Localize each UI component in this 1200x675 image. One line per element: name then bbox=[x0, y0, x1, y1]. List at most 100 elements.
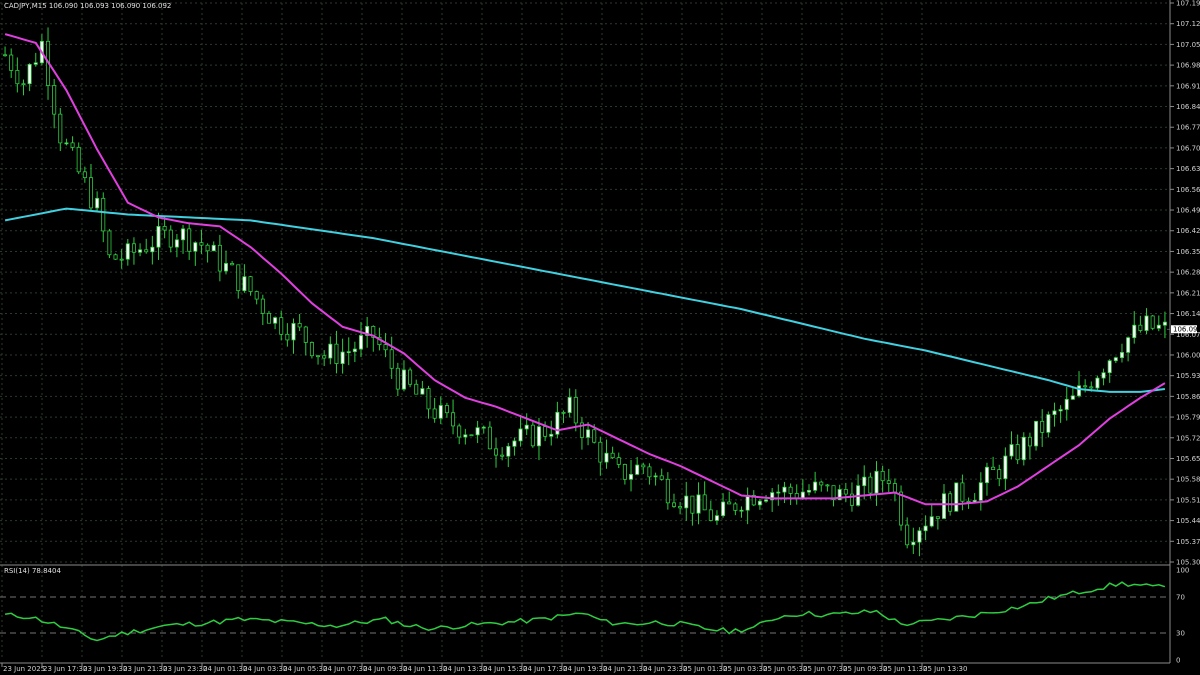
candle-body bbox=[1126, 337, 1131, 353]
candle-body bbox=[960, 482, 965, 502]
price-tick-label: 105.445 bbox=[1176, 517, 1200, 525]
candle-body bbox=[181, 228, 186, 241]
candle-body bbox=[1162, 321, 1167, 326]
candle-body bbox=[291, 323, 296, 341]
rsi-tick-label: 70 bbox=[1176, 594, 1185, 602]
time-tick-label: 24 Jun 01:30 bbox=[203, 665, 247, 673]
candle-body bbox=[125, 243, 130, 260]
price-tick-label: 105.935 bbox=[1176, 372, 1200, 380]
candle bbox=[1009, 431, 1014, 460]
price-tick-label: 106.985 bbox=[1176, 62, 1200, 70]
candle-body bbox=[800, 491, 805, 499]
candle-body bbox=[217, 244, 222, 272]
candle-body bbox=[426, 388, 431, 410]
candle-body bbox=[260, 298, 265, 314]
candle bbox=[1107, 359, 1112, 383]
candle bbox=[297, 314, 302, 331]
candle bbox=[1021, 432, 1026, 466]
candle-body bbox=[757, 500, 762, 506]
candle bbox=[334, 330, 339, 374]
price-tick-label: 106.845 bbox=[1176, 103, 1200, 111]
candle-body bbox=[199, 242, 204, 246]
symbol-label: CADJPY,M15 bbox=[4, 2, 47, 10]
candle bbox=[745, 487, 750, 525]
candle bbox=[211, 241, 216, 252]
candle bbox=[555, 401, 560, 439]
time-tick-label: 23 Jun 2025 bbox=[3, 665, 45, 673]
candle-body bbox=[340, 351, 345, 364]
candle-body bbox=[764, 499, 769, 502]
candle-body bbox=[561, 411, 566, 414]
candle-body bbox=[1119, 352, 1124, 359]
candle bbox=[33, 52, 38, 67]
candle bbox=[242, 264, 247, 293]
candle-body bbox=[70, 142, 75, 148]
candle-body bbox=[825, 484, 830, 487]
candle bbox=[665, 472, 670, 510]
rsi-axis: 100 70 30 0 bbox=[1176, 567, 1189, 665]
candle-body bbox=[401, 369, 406, 390]
candle-body bbox=[21, 83, 26, 86]
candle-body bbox=[463, 434, 468, 438]
candle-body bbox=[328, 343, 333, 359]
candle-body bbox=[346, 351, 351, 354]
candle-body bbox=[322, 355, 327, 359]
candle bbox=[524, 413, 529, 436]
candle bbox=[727, 491, 732, 505]
candle bbox=[573, 389, 578, 432]
time-tick-label: 23 Jun 21:30 bbox=[123, 665, 167, 673]
candle bbox=[328, 336, 333, 365]
candle-body bbox=[420, 388, 425, 395]
time-tick-label: 24 Jun 07:30 bbox=[323, 665, 367, 673]
candle bbox=[150, 235, 155, 265]
candle bbox=[984, 462, 989, 496]
time-tick-label: 24 Jun 03:30 bbox=[243, 665, 287, 673]
candle-body bbox=[543, 426, 548, 437]
candle-body bbox=[1077, 385, 1082, 397]
price-tick-label: 106.145 bbox=[1176, 310, 1200, 318]
candle-body bbox=[653, 475, 658, 478]
candle-body bbox=[223, 263, 228, 272]
candle bbox=[9, 48, 14, 78]
candle bbox=[696, 482, 701, 525]
candle bbox=[678, 501, 683, 515]
candle bbox=[432, 397, 437, 423]
candle bbox=[187, 223, 192, 260]
candle-body bbox=[806, 489, 811, 493]
rsi-pane[interactable]: 100 70 30 0 RSI(14) 78.8404 bbox=[0, 567, 1189, 665]
trading-chart[interactable]: 107.195 107.125 107.055 106.985 106.915 106.8… bbox=[0, 0, 1200, 675]
candle bbox=[1126, 336, 1131, 362]
candle-body bbox=[451, 412, 456, 427]
time-tick-label: 25 Jun 09:30 bbox=[843, 665, 887, 673]
candle-body bbox=[782, 486, 787, 493]
price-tick-label: 105.585 bbox=[1176, 476, 1200, 484]
price-tick-label: 106.565 bbox=[1176, 186, 1200, 194]
candle-body bbox=[512, 440, 517, 447]
candle bbox=[512, 437, 517, 456]
candle-body bbox=[739, 509, 744, 512]
candle bbox=[162, 216, 167, 239]
candle bbox=[346, 337, 351, 366]
price-tick-label: 107.055 bbox=[1176, 41, 1200, 49]
time-tick-label: 25 Jun 03:30 bbox=[723, 665, 767, 673]
candle-body bbox=[1113, 357, 1118, 362]
candle-body bbox=[635, 464, 640, 475]
candle bbox=[316, 355, 321, 365]
candle bbox=[138, 243, 143, 257]
candle-body bbox=[487, 426, 492, 450]
candle bbox=[776, 484, 781, 506]
candle-body bbox=[457, 425, 462, 438]
candle-body bbox=[101, 197, 106, 232]
candle-body bbox=[9, 54, 14, 71]
candle-body bbox=[954, 482, 959, 512]
candle bbox=[1046, 411, 1051, 438]
price-tick-label: 105.865 bbox=[1176, 393, 1200, 401]
candle bbox=[389, 336, 394, 379]
candle-body bbox=[1015, 444, 1020, 461]
candle-body bbox=[52, 85, 57, 115]
candle-body bbox=[629, 473, 634, 480]
rsi-line bbox=[4, 581, 1166, 642]
candle bbox=[929, 504, 934, 528]
candle-body bbox=[942, 493, 947, 519]
candle-body bbox=[1138, 324, 1143, 331]
